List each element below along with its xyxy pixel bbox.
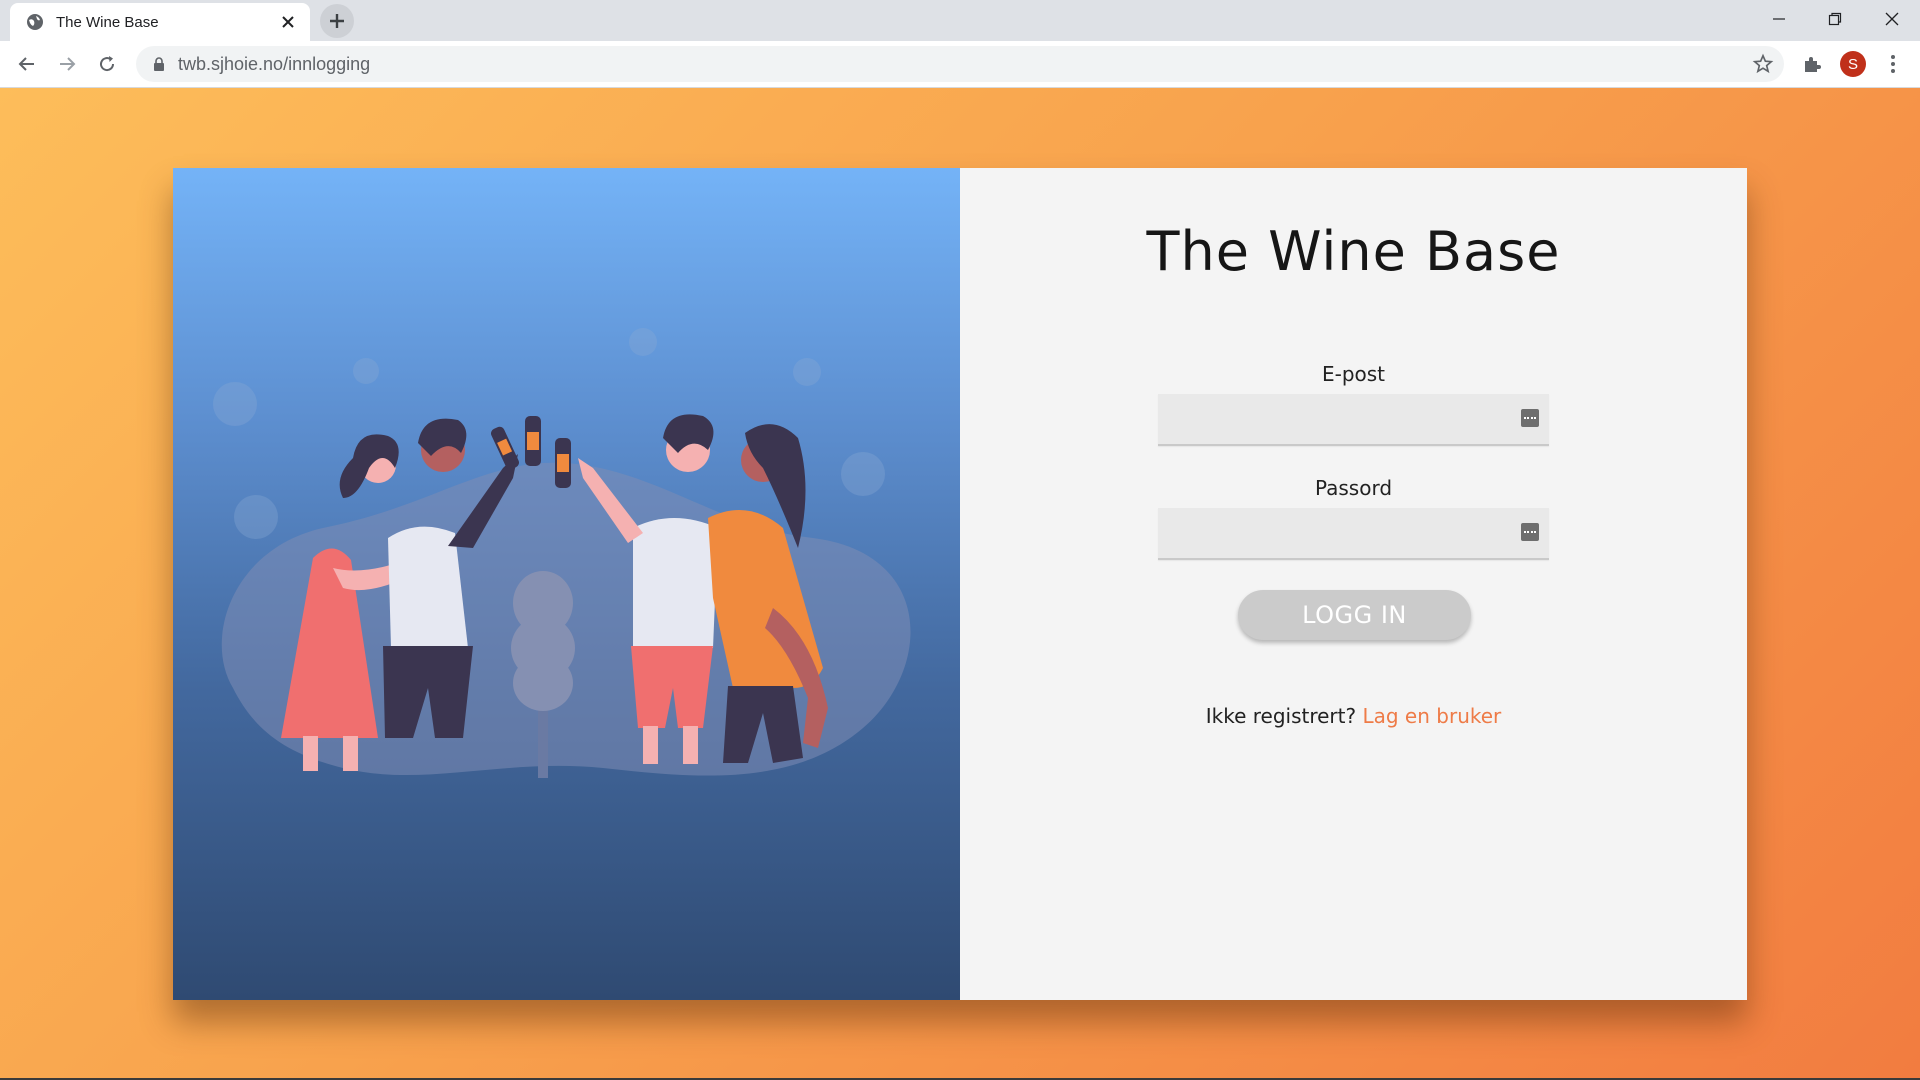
login-card: The Wine Base E-post Passord LOGG IN Ikk… xyxy=(173,168,1747,1000)
register-link[interactable]: Lag en bruker xyxy=(1362,704,1501,728)
globe-icon xyxy=(27,14,43,30)
close-icon xyxy=(1885,12,1898,26)
restore-icon xyxy=(1828,12,1841,26)
new-tab-button[interactable] xyxy=(318,4,356,38)
star-icon[interactable] xyxy=(1752,53,1774,75)
back-icon xyxy=(18,57,34,71)
password-field-wrapper xyxy=(1158,508,1549,560)
key-icon[interactable] xyxy=(1521,523,1539,541)
extensions-button[interactable] xyxy=(1795,47,1829,81)
avatar: S xyxy=(1840,51,1866,77)
window-close-button[interactable] xyxy=(1863,0,1920,38)
address-bar[interactable]: twb.sjhoie.no/innlogging xyxy=(136,46,1784,82)
key-icon[interactable] xyxy=(1521,409,1539,427)
register-prompt-row: Ikke registrert? Lag en bruker xyxy=(960,704,1747,728)
illustration-panel xyxy=(173,168,960,1000)
tab-title: The Wine Base xyxy=(56,13,159,31)
login-button[interactable]: LOGG IN xyxy=(1238,590,1471,640)
restore-button[interactable] xyxy=(1806,0,1863,38)
minimize-icon xyxy=(1772,18,1785,20)
page-viewport: The Wine Base E-post Passord LOGG IN Ikk… xyxy=(0,88,1920,1080)
menu-icon xyxy=(1891,55,1895,73)
email-field-wrapper xyxy=(1158,394,1549,446)
tab-strip: The Wine Base xyxy=(0,0,1920,41)
extensions-icon xyxy=(1805,57,1821,72)
login-form-panel: The Wine Base E-post Passord LOGG IN Ikk… xyxy=(960,168,1747,1000)
minimize-button[interactable] xyxy=(1750,0,1807,38)
close-icon[interactable] xyxy=(278,12,298,32)
password-field[interactable] xyxy=(1158,508,1549,558)
email-field[interactable] xyxy=(1158,394,1549,444)
plus-icon xyxy=(320,4,354,38)
friends-toasting-illustration xyxy=(213,328,911,778)
forward-icon xyxy=(60,57,76,71)
menu-button[interactable] xyxy=(1876,47,1910,81)
forward-button[interactable] xyxy=(50,47,84,81)
reload-button[interactable] xyxy=(90,47,124,81)
browser-tab[interactable]: The Wine Base xyxy=(10,3,310,41)
password-label: Passord xyxy=(1314,476,1393,500)
page-title: The Wine Base xyxy=(1146,220,1561,283)
reload-icon xyxy=(100,56,115,72)
profile-button[interactable]: S xyxy=(1836,47,1870,81)
lock-icon xyxy=(154,57,164,71)
back-button[interactable] xyxy=(10,47,44,81)
url-text: twb.sjhoie.no/innlogging xyxy=(178,53,371,74)
browser-toolbar: twb.sjhoie.no/innlogging S xyxy=(0,41,1920,88)
email-label: E-post xyxy=(1321,362,1386,386)
register-prompt: Ikke registrert? xyxy=(1205,704,1357,728)
